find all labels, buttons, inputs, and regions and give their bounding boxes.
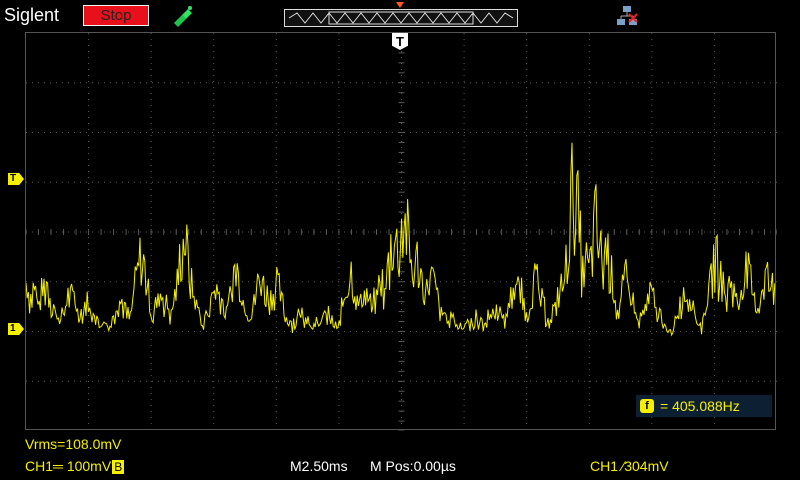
memory-depth-bar: [284, 9, 518, 27]
probe-icon: [174, 6, 192, 27]
ch1-scale-text: CH1═ 100mV: [25, 458, 112, 474]
frequency-icon: f: [640, 399, 654, 413]
run-stop-indicator[interactable]: Stop: [83, 5, 149, 26]
ch1-waveform: [26, 142, 776, 337]
top-bar: Siglent Stop: [0, 0, 800, 32]
ch1-trace: [26, 142, 776, 337]
waveform-display[interactable]: [25, 32, 777, 431]
vrms-readout: Vrms=108.0mV: [25, 436, 122, 452]
trigger-readout: CH1 ∕304mV: [590, 458, 669, 474]
timebase-readout: M2.50ms: [290, 458, 348, 474]
frequency-readout: f = 405.088Hz: [636, 395, 772, 417]
ch1-ground-marker: 1: [8, 323, 24, 335]
network-icon: [617, 6, 638, 25]
brand-label: Siglent: [4, 5, 60, 25]
frequency-value: = 405.088Hz: [660, 398, 740, 414]
ch1-scale: CH1═ 100mV B: [25, 458, 125, 474]
bandwidth-limit-badge: B: [112, 460, 125, 474]
trigger-position-marker: [396, 2, 404, 8]
horizontal-position-readout: M Pos:0.00µs: [370, 458, 456, 474]
trigger-level-marker: T: [8, 173, 24, 185]
